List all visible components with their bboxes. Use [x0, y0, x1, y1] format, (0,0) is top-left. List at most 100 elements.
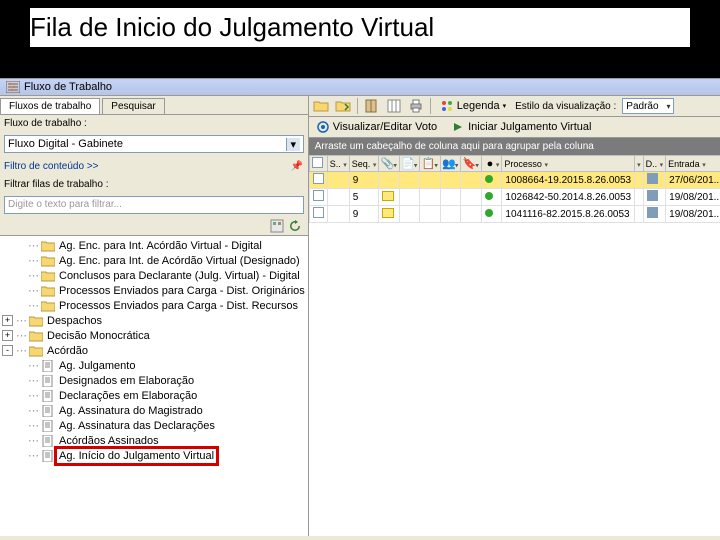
- tree-item[interactable]: ⋯Declarações em Elaboração: [0, 388, 308, 403]
- tree-item[interactable]: -⋯Acórdão: [0, 343, 308, 358]
- table-row[interactable]: 91008664-19.2015.8.26.005327/06/201...: [309, 172, 720, 189]
- column-header[interactable]: ▾: [635, 156, 644, 172]
- tree-item-label: Ag. Enc. para Int. Acórdão Virtual - Dig…: [58, 240, 263, 252]
- row-checkbox-2[interactable]: [647, 173, 658, 184]
- iniciar-julgamento-button[interactable]: Iniciar Julgamento Virtual: [448, 119, 594, 135]
- column-header[interactable]: [309, 156, 327, 172]
- expand-icon[interactable]: -: [2, 345, 13, 356]
- tree-item-label: Despachos: [46, 315, 103, 327]
- config-icon[interactable]: [270, 219, 284, 233]
- header-icon: 🔖: [463, 158, 475, 170]
- pin-icon[interactable]: 📌: [290, 159, 304, 173]
- book-icon[interactable]: [364, 98, 380, 114]
- tree-item[interactable]: ⋯Ag. Enc. para Int. de Acórdão Virtual (…: [0, 253, 308, 268]
- column-header[interactable]: Processo ▾: [502, 156, 635, 172]
- table-row[interactable]: 51026842-50.2014.8.26.005319/08/201...: [309, 189, 720, 206]
- tree-item[interactable]: ⋯Ag. Assinatura das Declarações: [0, 418, 308, 433]
- tree-item-label: Conclusos para Declarante (Julg. Virtual…: [58, 270, 301, 282]
- expand-icon[interactable]: +: [2, 330, 13, 341]
- filtrar-input[interactable]: Digite o texto para filtrar...: [4, 196, 304, 214]
- column-header[interactable]: Seq. ▾: [349, 156, 379, 172]
- legenda-button[interactable]: Legenda ▾: [437, 98, 509, 114]
- column-header[interactable]: 🔖▾: [461, 156, 482, 172]
- fluxo-select[interactable]: Fluxo Digital - Gabinete ▾: [4, 135, 304, 153]
- row-checkbox-2[interactable]: [647, 190, 658, 201]
- tree-item[interactable]: ⋯Conclusos para Declarante (Julg. Virtua…: [0, 268, 308, 283]
- column-header[interactable]: 📄▾: [399, 156, 420, 172]
- tree-item-label: Ag. Assinatura do Magistrado: [58, 405, 204, 417]
- tree-item[interactable]: ⋯Designados em Elaboração: [0, 373, 308, 388]
- column-header[interactable]: S.. ▾: [327, 156, 349, 172]
- tree-item[interactable]: ⋯Ag. Julgamento: [0, 358, 308, 373]
- doc-icon: [41, 375, 55, 387]
- app-icon: [6, 81, 20, 93]
- tree-item-label: Processos Enviados para Carga - Dist. Re…: [58, 300, 299, 312]
- column-header[interactable]: Entrada ▾: [666, 156, 720, 172]
- cell-seq: 5: [349, 189, 379, 206]
- tree-item[interactable]: ⋯Acórdãos Assinados: [0, 433, 308, 448]
- column-header[interactable]: 📋▾: [420, 156, 441, 172]
- fluxo-label: Fluxo de trabalho :: [4, 118, 87, 129]
- tree-item-label: Ag. Julgamento: [58, 360, 136, 372]
- tree-item[interactable]: ⋯Ag. Enc. para Int. Acórdão Virtual - Di…: [0, 238, 308, 253]
- tree-item-label: Decisão Monocrática: [46, 330, 151, 342]
- header-icon: 👥: [443, 158, 455, 170]
- tree-item[interactable]: ⋯Processos Enviados para Carga - Dist. R…: [0, 298, 308, 313]
- doc-icon: [41, 435, 55, 447]
- chevron-down-icon: ▾: [503, 102, 507, 110]
- column-header[interactable]: 📎▾: [379, 156, 400, 172]
- tab-pesquisar[interactable]: Pesquisar: [102, 98, 164, 114]
- tree-item[interactable]: +⋯Despachos: [0, 313, 308, 328]
- estilo-select[interactable]: Padrão: [622, 98, 673, 114]
- folder-icon: [29, 345, 43, 357]
- folder-icon: [29, 330, 43, 342]
- row-checkbox-2[interactable]: [647, 207, 658, 218]
- doc-icon: [41, 405, 55, 417]
- visualizar-voto-button[interactable]: Visualizar/Editar Voto: [313, 119, 440, 135]
- column-header[interactable]: D.. ▾: [643, 156, 666, 172]
- header-icon: ●: [484, 158, 496, 170]
- table-row[interactable]: 91041116-82.2015.8.26.005319/08/201...: [309, 206, 720, 223]
- header-icon: 📄: [402, 158, 414, 170]
- slide-title: Fila de Inicio do Julgamento Virtual: [30, 8, 690, 47]
- tree-item-label: Ag. Assinatura das Declarações: [58, 420, 216, 432]
- refresh-icon[interactable]: [288, 219, 302, 233]
- filtro-conteudo-link[interactable]: Filtro de conteúdo >>: [4, 161, 99, 172]
- cell-entrada: 19/08/201...: [666, 189, 720, 206]
- tree-item-label: Acórdão: [46, 345, 89, 357]
- cell-processo: 1041116-82.2015.8.26.0053: [502, 206, 635, 223]
- left-tabs: Fluxos de trabalho Pesquisar: [0, 96, 308, 115]
- export-icon[interactable]: [335, 98, 351, 114]
- tab-fluxos[interactable]: Fluxos de trabalho: [0, 98, 100, 114]
- slide-title-bar: Fila de Inicio do Julgamento Virtual: [0, 0, 720, 55]
- select-all-checkbox[interactable]: [312, 157, 323, 168]
- status-dot-icon: [485, 175, 493, 183]
- folder-icon: [29, 315, 43, 327]
- header-icon: 📎: [381, 158, 393, 170]
- toolbar-row-2: Visualizar/Editar Voto Iniciar Julgament…: [309, 117, 720, 138]
- tree-item[interactable]: +⋯Decisão Monocrática: [0, 328, 308, 343]
- group-by-bar[interactable]: Arraste um cabeçalho de coluna aqui para…: [309, 138, 720, 155]
- column-header[interactable]: ●▾: [481, 156, 502, 172]
- folder-icon: [41, 255, 55, 267]
- header-icon: 📋: [422, 158, 434, 170]
- right-panel: Legenda ▾ Estilo da visualização : Padrã…: [309, 96, 720, 536]
- expand-icon[interactable]: +: [2, 315, 13, 326]
- printer-icon[interactable]: [408, 98, 424, 114]
- left-panel: Fluxos de trabalho Pesquisar Fluxo de tr…: [0, 96, 309, 536]
- row-checkbox[interactable]: [313, 190, 324, 201]
- cell-seq: 9: [349, 206, 379, 223]
- column-header[interactable]: 👥▾: [440, 156, 461, 172]
- row-checkbox[interactable]: [313, 173, 324, 184]
- tree-item[interactable]: ⋯Ag. Início do Julgamento Virtual: [0, 448, 308, 463]
- open-folder-icon[interactable]: [313, 98, 329, 114]
- fluxo-value: Fluxo Digital - Gabinete: [8, 138, 123, 150]
- folder-icon: [41, 270, 55, 282]
- cell-entrada: 27/06/201...: [666, 172, 720, 189]
- row-checkbox[interactable]: [313, 207, 324, 218]
- tree-item[interactable]: ⋯Processos Enviados para Carga - Dist. O…: [0, 283, 308, 298]
- tree-item[interactable]: ⋯Ag. Assinatura do Magistrado: [0, 403, 308, 418]
- doc-icon: [41, 360, 55, 372]
- tree-item-label: Designados em Elaboração: [58, 375, 195, 387]
- columns-icon[interactable]: [386, 98, 402, 114]
